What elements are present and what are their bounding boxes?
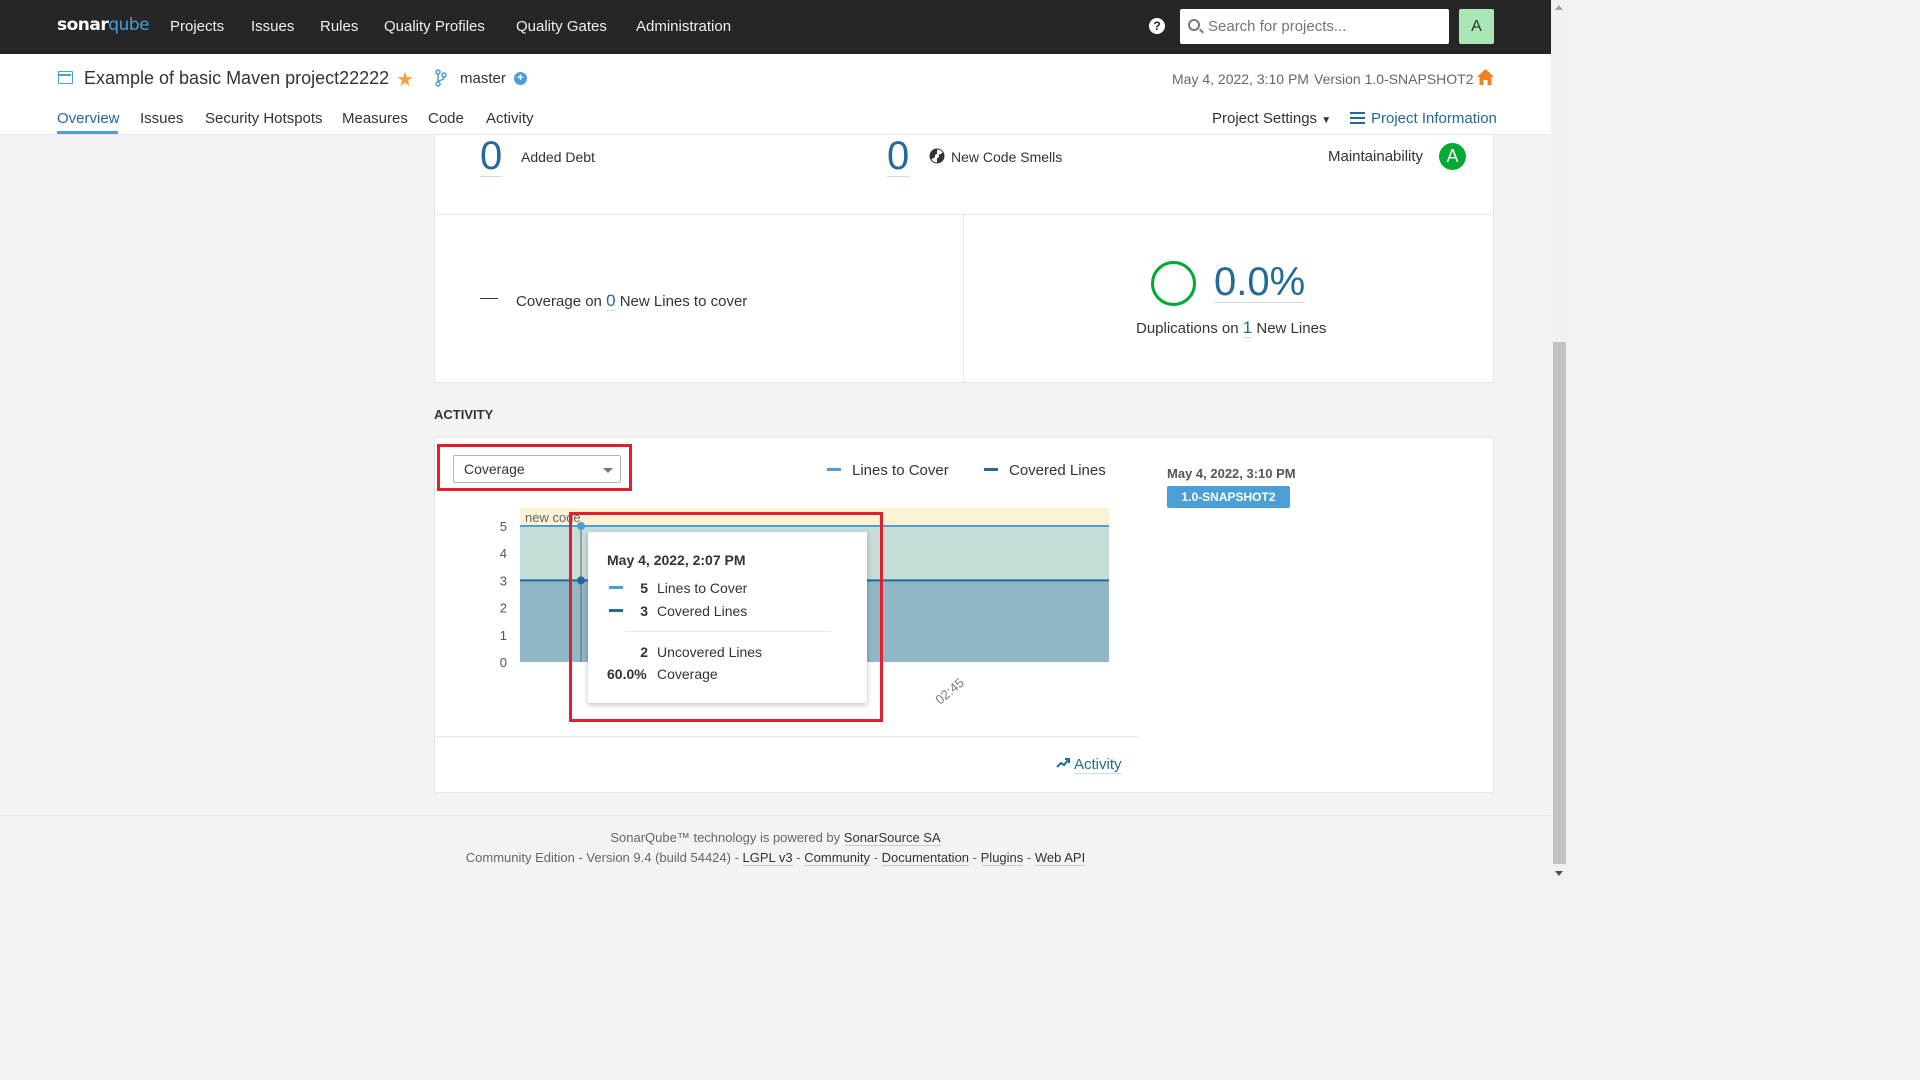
x-tick-label: 02:45 xyxy=(932,675,967,707)
duplications-summary: Duplications on 1 New Lines xyxy=(1136,318,1327,338)
footer-link-web-api[interactable]: Web API xyxy=(1034,850,1086,866)
new-code-smells-label: New Code Smells xyxy=(951,149,1063,165)
footer-link-sonarsource[interactable]: SonarSource SA xyxy=(843,830,941,846)
footer-edition: Community Edition - Version 9.4 (build 5… xyxy=(465,850,1086,866)
panel-divider xyxy=(963,215,964,382)
activity-link[interactable]: Activity xyxy=(1056,756,1122,774)
coverage-no-data-icon xyxy=(480,298,498,299)
tab-overview[interactable]: Overview xyxy=(57,110,120,127)
nav-quality-profiles[interactable]: Quality Profiles xyxy=(384,18,485,35)
analysis-date: May 4, 2022, 3:10 PM xyxy=(1172,71,1309,87)
activity-heading: ACTIVITY xyxy=(434,407,494,422)
duplications-new-lines-link[interactable]: 1 xyxy=(1242,318,1253,338)
nav-quality-gates[interactable]: Quality Gates xyxy=(516,18,607,35)
maintainability-panel xyxy=(434,135,1494,215)
trend-icon xyxy=(1056,758,1070,768)
project-header: Example of basic Maven project22222 ★ ma… xyxy=(0,54,1551,135)
added-debt-label: Added Debt xyxy=(521,149,595,165)
y-tick-label: 2 xyxy=(500,601,507,616)
side-version-badge: 1.0-SNAPSHOT2 xyxy=(1167,486,1290,508)
page-footer: SonarQube™ technology is powered by Sona… xyxy=(0,815,1551,882)
coverage-summary: Coverage on 0 New Lines to cover xyxy=(516,291,748,311)
legend-covered-lines: Covered Lines xyxy=(1009,462,1106,479)
highlight-box-select xyxy=(437,444,632,491)
search-box[interactable] xyxy=(1180,9,1449,44)
search-input[interactable] xyxy=(1208,9,1443,44)
search-icon xyxy=(1188,19,1200,31)
project-icon xyxy=(58,71,73,84)
footer-link-plugins[interactable]: Plugins xyxy=(980,850,1024,866)
y-tick-label: 4 xyxy=(500,546,507,561)
legend-lines-to-cover: Lines to Cover xyxy=(852,462,949,479)
avatar[interactable]: A xyxy=(1459,9,1494,44)
branch-icon xyxy=(435,69,447,87)
scrollbar-thumb[interactable] xyxy=(1553,342,1566,864)
project-version: Version 1.0-SNAPSHOT2 xyxy=(1314,71,1474,87)
sonarqube-logo[interactable]: sonarqube xyxy=(57,15,150,35)
tab-measures[interactable]: Measures xyxy=(342,110,408,127)
home-icon[interactable] xyxy=(1476,68,1495,86)
y-tick-label: 3 xyxy=(500,573,507,588)
branch-name[interactable]: master xyxy=(460,70,506,87)
footer-link-lgpl[interactable]: LGPL v3 xyxy=(742,850,793,866)
nav-rules[interactable]: Rules xyxy=(320,18,358,35)
nav-projects[interactable]: Projects xyxy=(170,18,224,35)
legend-swatch-lines-to-cover xyxy=(827,468,841,471)
footer-link-community[interactable]: Community xyxy=(804,850,870,866)
scroll-up-arrow-icon[interactable] xyxy=(1555,5,1563,10)
footer-powered-by: SonarQube™ technology is powered by Sona… xyxy=(610,830,941,846)
y-tick-label: 0 xyxy=(500,655,507,670)
y-tick-label: 1 xyxy=(500,628,507,643)
tab-issues[interactable]: Issues xyxy=(140,110,183,127)
tab-activity[interactable]: Activity xyxy=(486,110,534,127)
caret-down-icon: ▼ xyxy=(1321,115,1332,126)
add-branch-icon[interactable]: + xyxy=(514,72,527,85)
side-analysis-date: May 4, 2022, 3:10 PM xyxy=(1167,466,1296,481)
top-navbar: sonarqube Projects Issues Rules Quality … xyxy=(0,0,1551,54)
nav-issues[interactable]: Issues xyxy=(251,18,294,35)
code-smell-icon xyxy=(929,148,945,164)
favorite-star-icon[interactable]: ★ xyxy=(396,67,414,92)
tab-security-hotspots[interactable]: Security Hotspots xyxy=(205,110,323,127)
duplications-value[interactable]: 0.0% xyxy=(1214,262,1306,303)
maintainability-label: Maintainability xyxy=(1328,148,1424,165)
activity-footer-divider xyxy=(435,736,1138,737)
project-name[interactable]: Example of basic Maven project22222 xyxy=(84,68,389,89)
new-code-smells-value[interactable]: 0 xyxy=(887,136,910,177)
highlight-box-tooltip xyxy=(569,512,883,722)
project-settings-menu[interactable]: Project Settings ▼ xyxy=(1212,110,1331,127)
tab-code[interactable]: Code xyxy=(428,110,464,127)
list-icon xyxy=(1350,112,1365,124)
added-debt-value[interactable]: 0 xyxy=(480,136,503,177)
y-tick-label: 5 xyxy=(500,519,507,534)
active-tab-indicator xyxy=(57,131,118,134)
project-information-button[interactable]: Project Information xyxy=(1350,110,1497,127)
footer-link-documentation[interactable]: Documentation xyxy=(881,850,970,866)
legend-swatch-covered-lines xyxy=(984,468,998,471)
scroll-down-arrow-icon[interactable] xyxy=(1555,871,1563,876)
duplications-donut-icon xyxy=(1151,261,1196,306)
coverage-new-lines-link[interactable]: 0 xyxy=(606,291,616,311)
help-icon[interactable]: ? xyxy=(1149,18,1165,34)
nav-administration[interactable]: Administration xyxy=(636,18,731,35)
maintainability-rating[interactable]: A xyxy=(1439,143,1466,170)
